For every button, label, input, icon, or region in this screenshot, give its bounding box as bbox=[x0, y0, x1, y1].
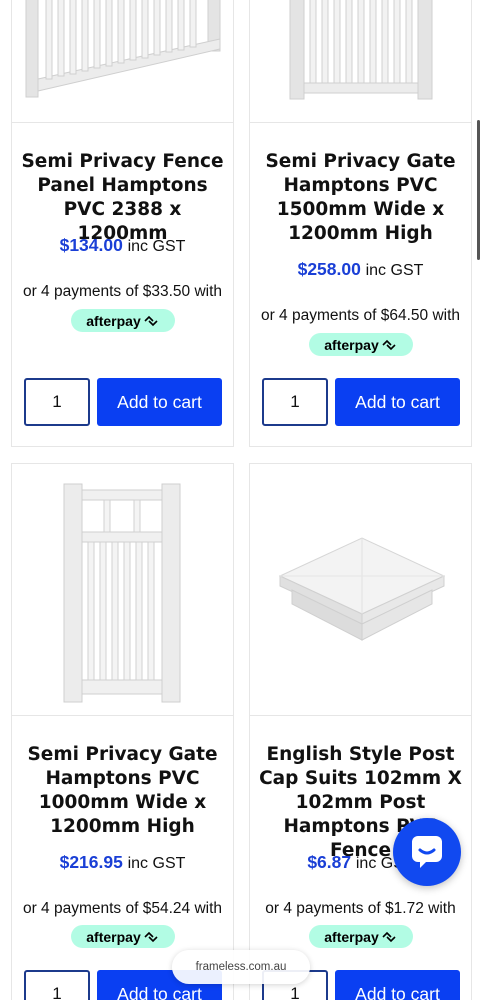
product-image[interactable] bbox=[250, 0, 471, 123]
afterpay-arrows-icon bbox=[144, 315, 158, 326]
fence-panel-image bbox=[25, 0, 221, 98]
product-image[interactable] bbox=[12, 464, 233, 716]
gate-image bbox=[289, 0, 433, 100]
afterpay-arrows-icon bbox=[144, 931, 158, 942]
browser-url-bar[interactable]: frameless.com.au bbox=[172, 950, 310, 984]
product-price: $6.87 bbox=[307, 852, 352, 872]
afterpay-label: afterpay bbox=[86, 312, 141, 329]
gst-label: inc GST bbox=[127, 238, 186, 255]
quantity-input[interactable]: 1 bbox=[24, 378, 90, 426]
afterpay-badge[interactable]: afterpay bbox=[70, 925, 175, 948]
product-card: English Style Post Cap Suits 102mm X 102… bbox=[249, 463, 472, 1000]
quantity-input[interactable]: 1 bbox=[262, 378, 328, 426]
add-to-cart-button[interactable]: Add to cart bbox=[97, 378, 222, 426]
chat-bubble-icon bbox=[412, 836, 442, 868]
installment-text: or 4 payments of $54.24 with bbox=[22, 900, 223, 917]
url-text: frameless.com.au bbox=[195, 961, 287, 973]
scrollbar[interactable] bbox=[477, 120, 480, 260]
chat-button[interactable] bbox=[393, 818, 461, 886]
afterpay-label: afterpay bbox=[86, 928, 141, 945]
afterpay-arrows-icon bbox=[382, 339, 396, 350]
product-card: Semi Privacy Gate Hamptons PVC 1000mm Wi… bbox=[11, 463, 234, 1000]
product-price: $134.00 bbox=[59, 235, 123, 255]
quantity-input[interactable]: 1 bbox=[24, 970, 90, 1000]
installment-text: or 4 payments of $1.72 with bbox=[265, 900, 456, 917]
gate-image bbox=[63, 483, 181, 703]
product-title[interactable]: Semi Privacy Gate Hamptons PVC 1500mm Wi… bbox=[256, 150, 465, 246]
product-price: $258.00 bbox=[297, 259, 361, 279]
product-image[interactable] bbox=[250, 464, 471, 716]
installment-text: or 4 payments of $33.50 with bbox=[22, 283, 223, 300]
add-to-cart-button[interactable]: Add to cart bbox=[335, 378, 460, 426]
price-line: $216.95 inc GST bbox=[12, 852, 233, 873]
product-title[interactable]: Semi Privacy Fence Panel Hamptons PVC 23… bbox=[18, 150, 227, 246]
afterpay-badge[interactable]: afterpay bbox=[308, 925, 413, 948]
afterpay-label: afterpay bbox=[324, 928, 379, 945]
product-price: $216.95 bbox=[59, 852, 123, 872]
product-image[interactable] bbox=[12, 0, 233, 123]
installment-text: or 4 payments of $64.50 with bbox=[260, 307, 461, 324]
price-line: $258.00 inc GST bbox=[250, 259, 471, 280]
post-cap-image bbox=[278, 537, 446, 641]
afterpay-label: afterpay bbox=[324, 336, 379, 353]
gst-label: inc GST bbox=[127, 855, 186, 872]
afterpay-badge[interactable]: afterpay bbox=[70, 309, 175, 332]
afterpay-badge[interactable]: afterpay bbox=[308, 333, 413, 356]
gst-label: inc GST bbox=[365, 262, 424, 279]
product-card: Semi Privacy Gate Hamptons PVC 1500mm Wi… bbox=[249, 0, 472, 447]
product-card: Semi Privacy Fence Panel Hamptons PVC 23… bbox=[11, 0, 234, 447]
add-to-cart-button[interactable]: Add to cart bbox=[335, 970, 460, 1000]
price-line: $134.00 inc GST bbox=[12, 235, 233, 256]
afterpay-arrows-icon bbox=[382, 931, 396, 942]
product-title[interactable]: Semi Privacy Gate Hamptons PVC 1000mm Wi… bbox=[18, 743, 227, 839]
